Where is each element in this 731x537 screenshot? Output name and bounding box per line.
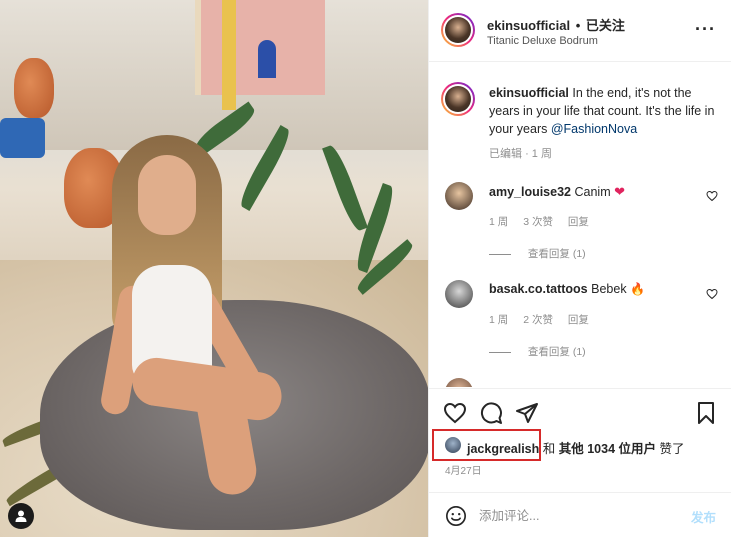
caption-author-avatar[interactable]	[441, 82, 475, 116]
share-send-icon[interactable]	[515, 401, 539, 425]
commenter-avatar[interactable]	[445, 378, 473, 387]
more-options-icon[interactable]: ···	[695, 20, 716, 38]
caption-time[interactable]: 1 周	[532, 148, 552, 160]
meta-dot: ·	[525, 148, 529, 160]
comment-likes[interactable]: 2 次赞	[523, 314, 553, 326]
post-location[interactable]: Titanic Deluxe Bodrum	[487, 35, 598, 47]
commenter-username[interactable]: amy_louise32	[489, 185, 571, 199]
comment-time[interactable]: 1 周	[489, 314, 508, 326]
highlight-annotation-box	[432, 429, 541, 461]
author-username[interactable]: ekinsuofficial	[487, 18, 570, 33]
comment-text: Bebek	[591, 282, 627, 296]
comment-like-heart-icon[interactable]	[706, 288, 718, 300]
view-replies[interactable]: 查看回复 (1)	[489, 344, 586, 359]
commenter-avatar[interactable]	[445, 280, 473, 308]
separator-dot: •	[575, 18, 581, 33]
author-avatar[interactable]	[441, 13, 475, 47]
photo-person	[92, 135, 302, 499]
comment-input[interactable]	[479, 506, 669, 526]
comment-text-line: basak.co.tattoos Bebek 🔥	[489, 282, 645, 296]
comment-text: Canim	[574, 185, 611, 199]
comment-meta: 1 周 3 次赞 回复	[489, 214, 601, 229]
likes-others-link[interactable]: 其他 1034 位用户	[559, 442, 656, 456]
view-replies-label[interactable]: 查看回复 (1)	[528, 248, 586, 260]
tagged-users-button[interactable]	[8, 503, 34, 529]
comments-scroll-area[interactable]: ekinsuofficial In the end, it's not the …	[429, 62, 731, 387]
comment-text-line: amy_louise32 Canim ❤	[489, 184, 625, 200]
comment-time[interactable]: 1 周	[489, 216, 508, 228]
caption-username[interactable]: ekinsuofficial	[489, 86, 569, 100]
view-replies[interactable]: 查看回复 (1)	[489, 246, 586, 261]
replies-divider	[489, 253, 511, 255]
reply-button[interactable]: 回复	[568, 216, 589, 228]
view-replies-label[interactable]: 查看回复 (1)	[528, 346, 586, 358]
post-date[interactable]: 4月27日	[445, 462, 482, 477]
user-icon	[15, 510, 27, 522]
emoji-icon[interactable]	[445, 505, 467, 527]
post-photo[interactable]	[0, 0, 428, 537]
photo-face	[138, 155, 196, 235]
comment-like-heart-icon[interactable]	[706, 190, 718, 202]
like-heart-icon[interactable]	[443, 401, 467, 425]
save-bookmark-icon[interactable]	[694, 401, 718, 425]
post-comment-button[interactable]: 发布	[691, 507, 716, 526]
photo-pole	[222, 0, 236, 110]
add-comment-bar: 发布	[429, 492, 731, 537]
replies-divider	[489, 351, 511, 353]
comment-likes[interactable]: 3 次赞	[523, 216, 553, 228]
author-header-line: ekinsuofficial • 已关注	[487, 15, 625, 34]
photo-blue-door	[258, 40, 276, 78]
photo-pot	[14, 58, 54, 118]
likes-connector: 和	[542, 442, 556, 456]
commenter-username[interactable]: basak.co.tattoos	[489, 282, 588, 296]
photo-blue-pot	[0, 118, 45, 158]
red-heart-emoji: ❤	[614, 184, 625, 199]
reply-button[interactable]: 回复	[568, 314, 589, 326]
follow-status-button[interactable]: 已关注	[586, 18, 625, 33]
post-header: ekinsuofficial • 已关注 Titanic Deluxe Bodr…	[429, 0, 731, 62]
comment-bubble-icon[interactable]	[479, 401, 503, 425]
comment-meta: 1 周 2 次赞 回复	[489, 312, 601, 327]
likes-suffix: 赞了	[659, 442, 685, 456]
fire-emoji: 🔥	[630, 282, 646, 296]
commenter-avatar[interactable]	[445, 182, 473, 210]
caption-meta: 已编辑 · 1 周	[489, 145, 552, 161]
photo-plant-leaf	[322, 142, 368, 234]
edited-label: 已编辑	[489, 148, 522, 160]
caption-mention[interactable]: @FashionNova	[551, 122, 637, 136]
post-caption: ekinsuofficial In the end, it's not the …	[489, 84, 721, 138]
